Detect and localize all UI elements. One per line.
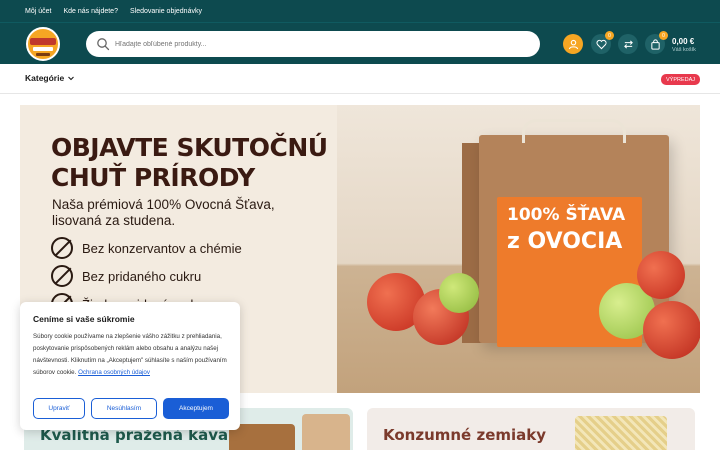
- cart-amount: 0,00 €: [672, 37, 695, 46]
- coffee-bag-image: [229, 424, 295, 450]
- promo-banner-title: Konzumné zemiaky: [383, 426, 547, 444]
- hero-product-image: 100% ŠŤAVA z OVOCIA: [337, 105, 700, 393]
- cart-count-badge: 0: [659, 31, 668, 40]
- categories-dropdown[interactable]: Kategórie: [25, 73, 75, 83]
- hero-subtitle: Naša prémiová 100% Ovocná Šťava, lisovan…: [52, 197, 275, 228]
- sale-badge-link[interactable]: VÝPREDAJ: [661, 74, 701, 85]
- header: 0 0 0,00 € Váš košík: [0, 22, 720, 64]
- compare-arrows-icon: [623, 39, 633, 49]
- compare-button[interactable]: [618, 34, 638, 54]
- potato-sack-image: [575, 416, 667, 450]
- cookie-customize-button[interactable]: Upraviť: [33, 398, 85, 419]
- privacy-policy-link[interactable]: Ochrana osobných údajov: [78, 369, 150, 376]
- category-nav: Kategórie VÝPREDAJ: [0, 64, 720, 94]
- cart-bag-icon: [650, 38, 660, 50]
- cookie-accept-button[interactable]: Akceptujem: [163, 398, 229, 419]
- coffee-bag-image: [302, 414, 350, 450]
- categories-label: Kategórie: [25, 73, 65, 83]
- red-apple-image: [643, 301, 700, 359]
- cookie-text: Súbory cookie používame na zlepšenie váš…: [33, 333, 227, 376]
- no-preservatives-icon: [51, 237, 73, 259]
- wishlist-count-badge: 0: [605, 31, 614, 40]
- cookie-title: Ceníme si vaše súkromie: [33, 314, 135, 324]
- cookie-consent-dialog: Ceníme si vaše súkromie Súbory cookie po…: [20, 302, 240, 430]
- hero-feature: Bez pridaného cukru: [51, 265, 201, 287]
- link-my-account[interactable]: Môj účet: [25, 8, 51, 15]
- link-order-tracking[interactable]: Sledovanie objednávky: [130, 8, 202, 15]
- cart-button[interactable]: 0: [645, 31, 668, 54]
- cart-label: Váš košík: [672, 47, 696, 53]
- cart-summary[interactable]: 0,00 € Váš košík: [672, 37, 696, 53]
- green-apple-image: [439, 273, 479, 313]
- promo-banner-potatoes[interactable]: Konzumné zemiaky: [367, 408, 695, 450]
- red-apple-image: [637, 251, 685, 299]
- link-store-locator[interactable]: Kde nás nájdete?: [63, 8, 118, 15]
- cookie-reject-button[interactable]: Nesúhlasím: [91, 398, 157, 419]
- wishlist-button[interactable]: 0: [591, 31, 614, 54]
- account-button[interactable]: [563, 34, 583, 54]
- search-icon: [97, 38, 110, 51]
- logo[interactable]: [26, 27, 60, 61]
- hero-title: OBJAVTE SKUTOČNÚ CHUŤ PRÍRODY: [51, 133, 328, 192]
- user-icon: [568, 39, 578, 49]
- no-sugar-icon: [51, 265, 73, 287]
- box-label-line1: 100% ŠŤAVA: [507, 205, 626, 225]
- search-input[interactable]: [115, 40, 515, 48]
- hero-feature: Bez konzervantov a chémie: [51, 237, 242, 259]
- box-label-line2: z OVOCIA: [507, 229, 623, 254]
- chevron-down-icon: [68, 76, 75, 81]
- topbar: Môj účet Kde nás nájdete? Sledovanie obj…: [0, 0, 720, 22]
- search-bar[interactable]: [86, 31, 540, 57]
- heart-icon: [595, 39, 607, 49]
